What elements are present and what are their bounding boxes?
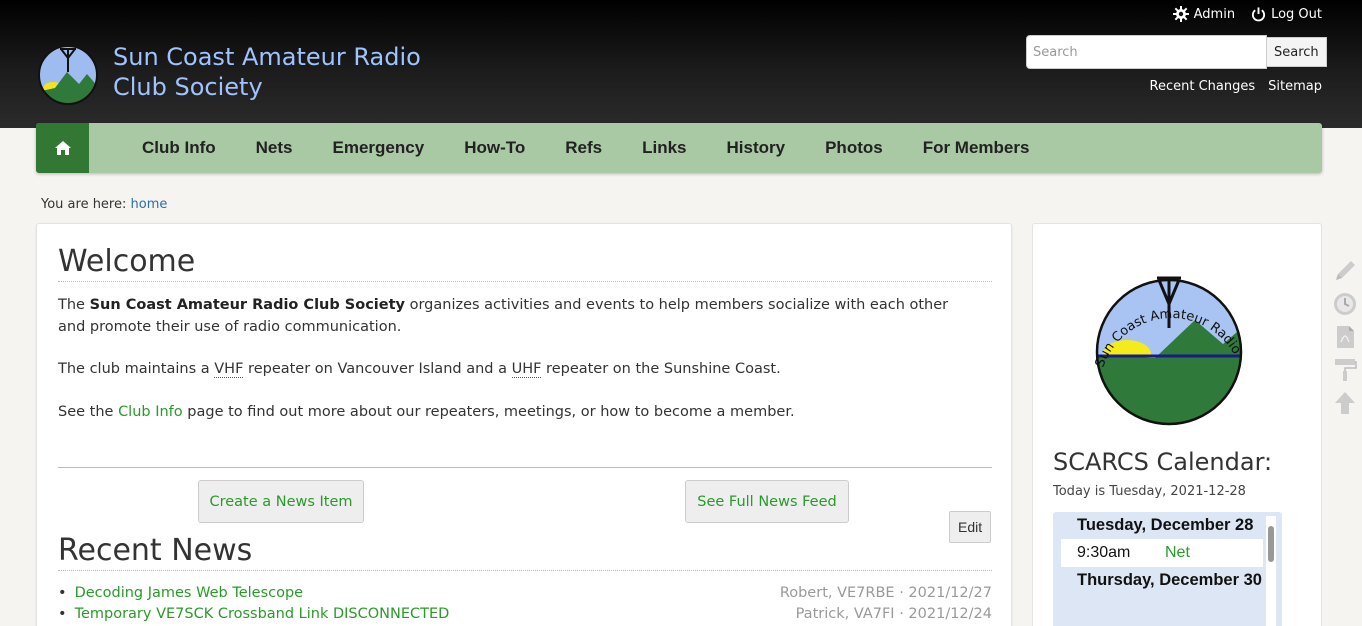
page-tools [1332, 258, 1358, 423]
scroll-thumb[interactable] [1268, 526, 1274, 562]
sitemap-link[interactable]: Sitemap [1268, 79, 1322, 94]
arrow-up-icon[interactable] [1332, 390, 1358, 416]
calendar-day-heading: Thursday, December 30 [1077, 571, 1262, 589]
p3-a: See the [58, 404, 114, 420]
calendar-title: SCARCS Calendar: [1053, 448, 1273, 476]
event-time: 9:30am [1077, 544, 1131, 561]
roller-icon[interactable] [1332, 357, 1358, 383]
admin-link[interactable]: Admin [1172, 6, 1236, 22]
repeater-paragraph: The club maintains a VHF repeater on Van… [58, 359, 958, 381]
sidebar: Sun Coast Amateur Radio Club Society SCA… [1032, 223, 1322, 626]
calendar-scrollbar[interactable] [1266, 516, 1276, 626]
p2-b: repeater on Vancouver Island and a [248, 361, 507, 377]
intro-paragraph: The Sun Coast Amateur Radio Club Society… [58, 295, 958, 338]
news-item: • Temporary VE7SCK Crossband Link DISCONN… [58, 606, 992, 626]
section-divider [58, 467, 992, 468]
event-link[interactable]: Net [1165, 544, 1190, 562]
p1-pre: The [58, 297, 85, 313]
main-nav: Club Info Nets Emergency How-To Refs Lin… [36, 123, 1322, 173]
recent-news-heading: Recent News [58, 533, 992, 571]
news-title-link[interactable]: Decoding James Web Telescope [75, 585, 304, 601]
power-icon [1252, 6, 1266, 21]
club-name: Sun Coast Amateur Radio Club Society [89, 297, 405, 313]
site-header: Sun Coast Amateur Radio Club Society Adm… [0, 0, 1362, 128]
nav-nets[interactable]: Nets [236, 123, 313, 173]
nav-photos[interactable]: Photos [805, 123, 903, 173]
calendar-event: 9:30am Net [1061, 539, 1263, 567]
search-button[interactable]: Search [1267, 37, 1327, 67]
user-toolbar: Admin Log Out [1172, 6, 1322, 22]
news-list: • Decoding James Web Telescope Robert, VE… [58, 585, 992, 626]
nav-how-to[interactable]: How-To [444, 123, 545, 173]
logout-link[interactable]: Log Out [1251, 7, 1322, 22]
header-links: Recent Changes Sitemap [1150, 79, 1322, 94]
news-title-link[interactable]: Temporary VE7SCK Crossband Link DISCONNE… [75, 606, 450, 622]
uhf-abbr[interactable]: UHF [511, 361, 542, 378]
info-paragraph: See the Club Info page to find out more … [58, 402, 958, 424]
calendar-day-heading: Tuesday, December 28 [1077, 516, 1254, 534]
calendar-widget[interactable]: Tuesday, December 28 9:30am Net Thursday… [1053, 512, 1282, 626]
p2-c: repeater on the Sunshine Coast. [546, 361, 781, 377]
club-seal-logo: Sun Coast Amateur Radio Club Society [1075, 248, 1244, 426]
home-icon [54, 141, 71, 155]
breadcrumb-prefix: You are here: [41, 197, 127, 212]
nav-history[interactable]: History [707, 123, 806, 173]
news-meta: Patrick, VA7FI · 2021/12/24 [795, 606, 992, 622]
nav-for-members[interactable]: For Members [903, 123, 1050, 173]
nav-refs[interactable]: Refs [545, 123, 622, 173]
news-meta: Robert, VE7RBE · 2021/12/27 [779, 585, 992, 601]
gear-icon [1172, 6, 1189, 22]
full-news-feed-button[interactable]: See Full News Feed [685, 480, 849, 523]
club-info-link[interactable]: Club Info [118, 404, 183, 420]
site-title[interactable]: Sun Coast Amateur Radio Club Society [113, 42, 433, 102]
logout-label: Log Out [1271, 6, 1322, 22]
nav-emergency[interactable]: Emergency [313, 123, 445, 173]
clock-icon[interactable] [1332, 291, 1358, 317]
search-input[interactable] [1026, 35, 1267, 69]
p2-a: The club maintains a [58, 361, 210, 377]
create-news-button[interactable]: Create a News Item [198, 480, 364, 523]
vhf-abbr[interactable]: VHF [214, 361, 244, 378]
news-item: • Decoding James Web Telescope Robert, VE… [58, 585, 992, 606]
recent-changes-link[interactable]: Recent Changes [1150, 79, 1256, 94]
nav-club-info[interactable]: Club Info [142, 123, 236, 173]
club-logo[interactable] [37, 44, 99, 106]
breadcrumb: You are here: home [41, 197, 167, 212]
main-content: Welcome The Sun Coast Amateur Radio Club… [36, 223, 1012, 626]
breadcrumb-home-link[interactable]: home [131, 197, 168, 212]
nav-links[interactable]: Links [622, 123, 706, 173]
admin-label: Admin [1193, 6, 1236, 22]
pencil-icon[interactable] [1332, 258, 1358, 284]
p3-b: page to find out more about our repeater… [187, 404, 795, 420]
welcome-heading: Welcome [58, 244, 992, 282]
home-button[interactable] [36, 123, 89, 173]
calendar-today: Today is Tuesday, 2021-12-28 [1053, 484, 1246, 499]
search-form: Search [1026, 35, 1327, 69]
pdf-icon[interactable] [1332, 324, 1358, 350]
